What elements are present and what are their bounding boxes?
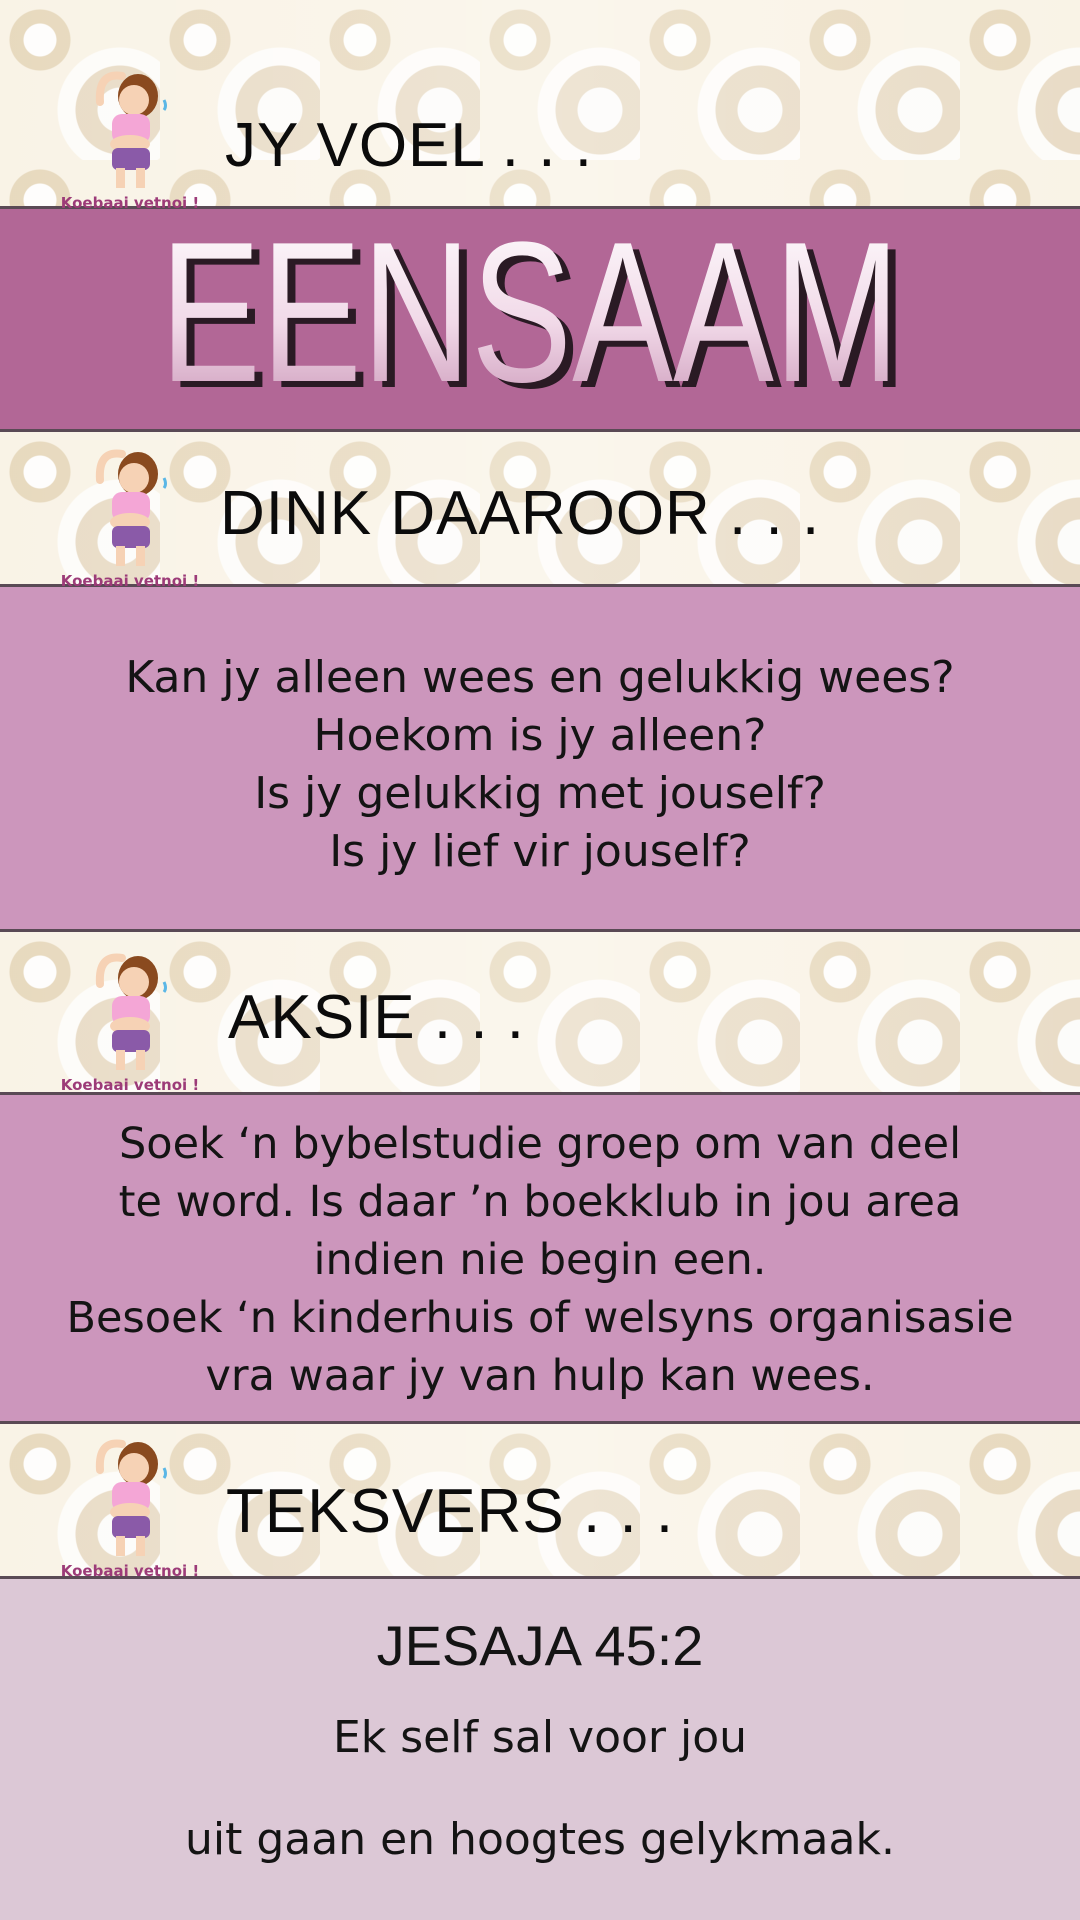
- verse-band: JESAJA 45:2 Ek self sal voor jou uit gaa…: [0, 1576, 1080, 1920]
- verse-line: Ek self sal voor jou: [332, 1712, 748, 1763]
- mascot-caption: Koebaai vetnoi !: [60, 1562, 200, 1580]
- stretching-woman-icon: [60, 440, 200, 570]
- mascot-illustration: Koebaai vetnoi !: [60, 62, 200, 212]
- mascot-illustration: Koebaai vetnoi !: [60, 440, 200, 590]
- think-line: Is jy lief vir jouself?: [329, 826, 751, 877]
- think-line: Hoekom is jy alleen?: [313, 710, 767, 761]
- action-line: te word. Is daar ’n boekklub in jou area: [118, 1177, 962, 1227]
- stretching-woman-icon: [60, 944, 200, 1074]
- mascot-illustration: Koebaai vetnoi !: [60, 1430, 200, 1580]
- heading-teksvers: TEKSVERS . . .: [226, 1477, 675, 1546]
- stretching-woman-icon: [60, 62, 200, 192]
- think-line: Is jy gelukkig met jouself?: [254, 768, 826, 819]
- action-line: vra waar jy van hulp kan wees.: [205, 1351, 875, 1401]
- think-text-band: Kan jy alleen wees en gelukkig wees? Hoe…: [0, 584, 1080, 932]
- title-eensaam: EENSAAM EENSAAM: [160, 221, 908, 421]
- mascot-caption: Koebaai vetnoi !: [60, 194, 200, 212]
- heading-aksie: AKSIE . . .: [228, 983, 525, 1052]
- heading-dink-daaroor: DINK DAAROOR . . .: [220, 479, 821, 548]
- heading-jy-voel: JY VOEL . . .: [225, 111, 593, 180]
- action-line: indien nie begin een.: [313, 1235, 767, 1285]
- mascot-caption: Koebaai vetnoi !: [60, 1076, 200, 1094]
- title-text: EENSAAM: [160, 221, 900, 421]
- stretching-woman-icon: [60, 1430, 200, 1560]
- action-line: Besoek ‘n kinderhuis of welsyns organisa…: [66, 1293, 1014, 1343]
- title-band: EENSAAM EENSAAM: [0, 206, 1080, 432]
- mascot-illustration: Koebaai vetnoi !: [60, 944, 200, 1094]
- mascot-caption: Koebaai vetnoi !: [60, 572, 200, 590]
- think-line: Kan jy alleen wees en gelukkig wees?: [125, 652, 955, 703]
- action-line: Soek ‘n bybelstudie groep om van deel: [118, 1119, 962, 1169]
- action-text-band: Soek ‘n bybelstudie groep om van deel te…: [0, 1092, 1080, 1424]
- verse-line: uit gaan en hoogtes gelykmaak.: [185, 1814, 895, 1865]
- verse-reference: JESAJA 45:2: [376, 1614, 704, 1677]
